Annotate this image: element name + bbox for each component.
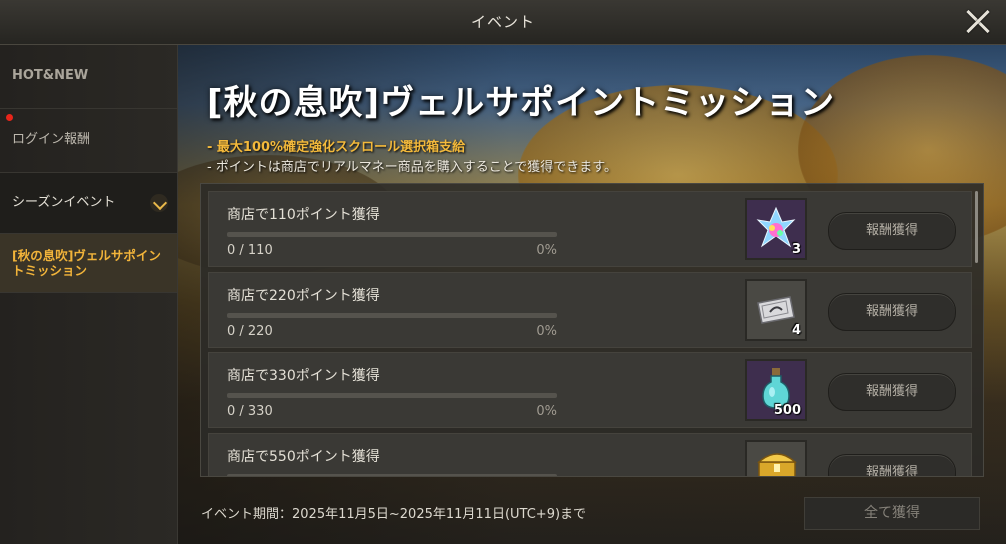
close-icon[interactable]	[960, 4, 996, 40]
chest-icon	[757, 453, 797, 476]
mission-row: 商店で220ポイント獲得 0 / 220 0% 4 報酬獲得	[208, 272, 972, 348]
sidebar-item-hot-new[interactable]: HOT&NEW	[0, 45, 177, 109]
sidebar: HOT&NEW ログイン報酬 シーズンイベント [秋の息吹]ヴェルサポイントミッ…	[0, 45, 178, 544]
title-bar: イベント	[0, 0, 1006, 45]
mission-row: 商店で110ポイント獲得 0 / 110 0% 3 報酬獲得	[208, 191, 972, 267]
reward-slot[interactable]: 4	[745, 279, 807, 341]
event-note: - ポイントは商店でリアルマネー商品を購入することで獲得できます。	[207, 160, 618, 175]
progress-percent: 0%	[536, 404, 557, 419]
reward-quantity: 500	[773, 403, 801, 418]
progress-count: 0 / 110	[227, 243, 273, 258]
crystal-icon	[756, 206, 796, 248]
mission-label: 商店で330ポイント獲得	[227, 368, 380, 384]
progress-percent: 0%	[536, 243, 557, 258]
chevron-down-icon[interactable]	[150, 194, 168, 212]
mission-list[interactable]: 商店で110ポイント獲得 0 / 110 0% 3 報酬獲得 商店で220ポイン…	[200, 183, 984, 477]
reward-slot[interactable]: 500	[745, 359, 807, 421]
mission-label: 商店で220ポイント獲得	[227, 288, 380, 304]
progress-count: 0 / 330	[227, 404, 273, 419]
notification-dot-icon	[6, 114, 13, 121]
mission-label: 商店で110ポイント獲得	[227, 207, 380, 223]
event-note-highlight: - 最大100%確定強化スクロール選択箱支給	[207, 140, 466, 155]
ticket-icon	[757, 296, 795, 324]
claim-reward-button[interactable]: 報酬獲得	[828, 293, 956, 331]
mission-row: 商店で550ポイント獲得 報酬獲得	[208, 433, 972, 476]
claim-all-button[interactable]: 全て獲得	[804, 497, 980, 530]
claim-reward-button[interactable]: 報酬獲得	[828, 454, 956, 476]
scrollbar[interactable]	[975, 191, 978, 263]
reward-slot[interactable]	[745, 440, 807, 476]
mission-label: 商店で550ポイント獲得	[227, 449, 380, 465]
progress-percent: 0%	[536, 324, 557, 339]
progress-bar	[227, 393, 557, 398]
reward-quantity: 3	[791, 242, 801, 257]
sidebar-item-versa-point-mission[interactable]: [秋の息吹]ヴェルサポイントミッション	[0, 234, 177, 293]
progress-bar	[227, 313, 557, 318]
reward-quantity: 4	[791, 323, 801, 338]
event-title: [秋の息吹]ヴェルサポイントミッション	[207, 83, 836, 123]
event-panel: [秋の息吹]ヴェルサポイントミッション - 最大100%確定強化スクロール選択箱…	[178, 45, 1006, 544]
event-period: イベント期間：2025年11月5日~2025年11月11日(UTC+9)まで	[201, 507, 587, 522]
progress-bar	[227, 474, 557, 476]
claim-reward-button[interactable]: 報酬獲得	[828, 212, 956, 250]
claim-reward-button[interactable]: 報酬獲得	[828, 373, 956, 411]
reward-slot[interactable]: 3	[745, 198, 807, 260]
progress-count: 0 / 220	[227, 324, 273, 339]
mission-row: 商店で330ポイント獲得 0 / 330 0% 500 報酬獲得	[208, 352, 972, 428]
progress-bar	[227, 232, 557, 237]
window-title: イベント	[470, 13, 535, 31]
sidebar-item-login-reward[interactable]: ログイン報酬	[0, 109, 177, 173]
